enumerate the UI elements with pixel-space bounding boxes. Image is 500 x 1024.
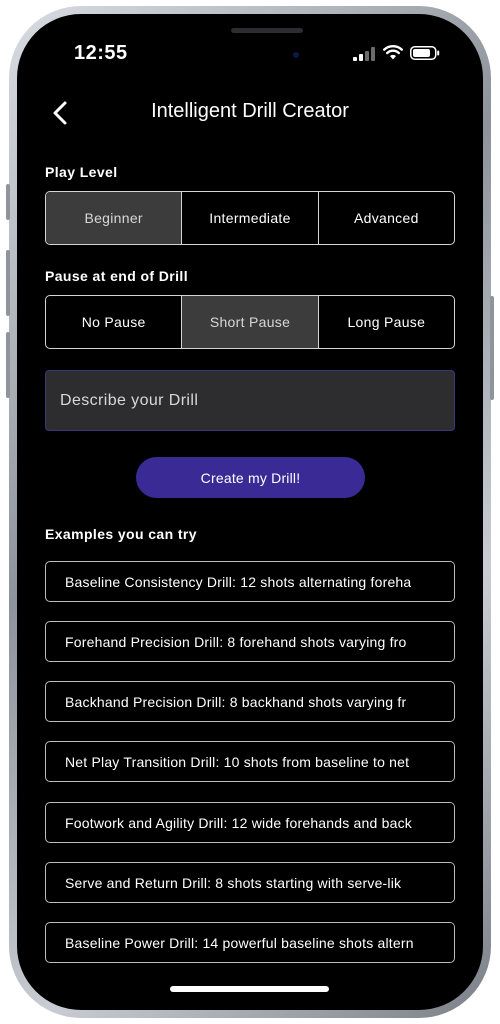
power-button: [490, 296, 494, 400]
page-title: Intelligent Drill Creator: [151, 100, 349, 122]
play-level-option-advanced[interactable]: Advanced: [317, 192, 454, 244]
example-item[interactable]: Backhand Precision Drill: 8 backhand sho…: [45, 681, 455, 722]
fade-overlay: [414, 562, 454, 601]
status-bar: 12:55: [17, 14, 483, 74]
example-text: Net Play Transition Drill: 10 shots from…: [65, 753, 410, 770]
back-button[interactable]: [47, 98, 75, 128]
example-text: Backhand Precision Drill: 8 backhand sho…: [65, 693, 407, 710]
pause-option-no-pause[interactable]: No Pause: [46, 296, 181, 348]
fade-overlay: [414, 923, 454, 962]
fade-overlay: [414, 863, 454, 902]
wifi-icon: [383, 45, 403, 60]
play-level-option-intermediate[interactable]: Intermediate: [181, 192, 317, 244]
example-text: Baseline Consistency Drill: 12 shots alt…: [65, 573, 412, 590]
status-time: 12:55: [74, 42, 128, 64]
home-indicator[interactable]: [170, 986, 329, 992]
examples-label: Examples you can try: [45, 526, 197, 542]
pause-label: Pause at end of Drill: [45, 268, 188, 284]
fade-overlay: [414, 742, 454, 781]
example-text: Footwork and Agility Drill: 12 wide fore…: [65, 814, 412, 831]
volume-down-button: [6, 332, 10, 398]
app-screen: 12:55 Intelligent Drill Creator Play Lev…: [17, 14, 483, 1010]
play-level-option-beginner[interactable]: Beginner: [46, 192, 182, 244]
pause-option-long-pause[interactable]: Long Pause: [317, 296, 454, 348]
example-text: Forehand Precision Drill: 8 forehand sho…: [65, 633, 407, 650]
action-button: [6, 184, 10, 220]
chevron-left-icon: [53, 101, 67, 125]
example-text: Serve and Return Drill: 8 shots starting…: [65, 874, 402, 891]
camera-dot: [293, 52, 299, 58]
play-level-label: Play Level: [45, 164, 118, 180]
fade-overlay: [414, 682, 454, 721]
fade-overlay: [414, 622, 454, 661]
example-text: Baseline Power Drill: 14 powerful baseli…: [65, 934, 414, 951]
example-item[interactable]: Baseline Power Drill: 14 powerful baseli…: [45, 922, 455, 963]
cellular-signal-icon: [353, 47, 375, 61]
volume-up-button: [6, 250, 10, 316]
play-level-selector: Beginner Intermediate Advanced: [45, 191, 455, 245]
example-item[interactable]: Footwork and Agility Drill: 12 wide fore…: [45, 802, 455, 843]
fade-overlay: [414, 803, 454, 842]
create-drill-button[interactable]: Create my Drill!: [136, 457, 365, 498]
example-item[interactable]: Forehand Precision Drill: 8 forehand sho…: [45, 621, 455, 662]
pause-selector: No Pause Short Pause Long Pause: [45, 295, 455, 349]
describe-drill-input[interactable]: [45, 370, 455, 431]
nav-header: Intelligent Drill Creator: [17, 94, 483, 134]
example-item[interactable]: Serve and Return Drill: 8 shots starting…: [45, 862, 455, 903]
example-item[interactable]: Net Play Transition Drill: 10 shots from…: [45, 741, 455, 782]
pause-option-short-pause[interactable]: Short Pause: [181, 296, 318, 348]
battery-icon: [410, 46, 440, 60]
example-item[interactable]: Baseline Consistency Drill: 12 shots alt…: [45, 561, 455, 602]
